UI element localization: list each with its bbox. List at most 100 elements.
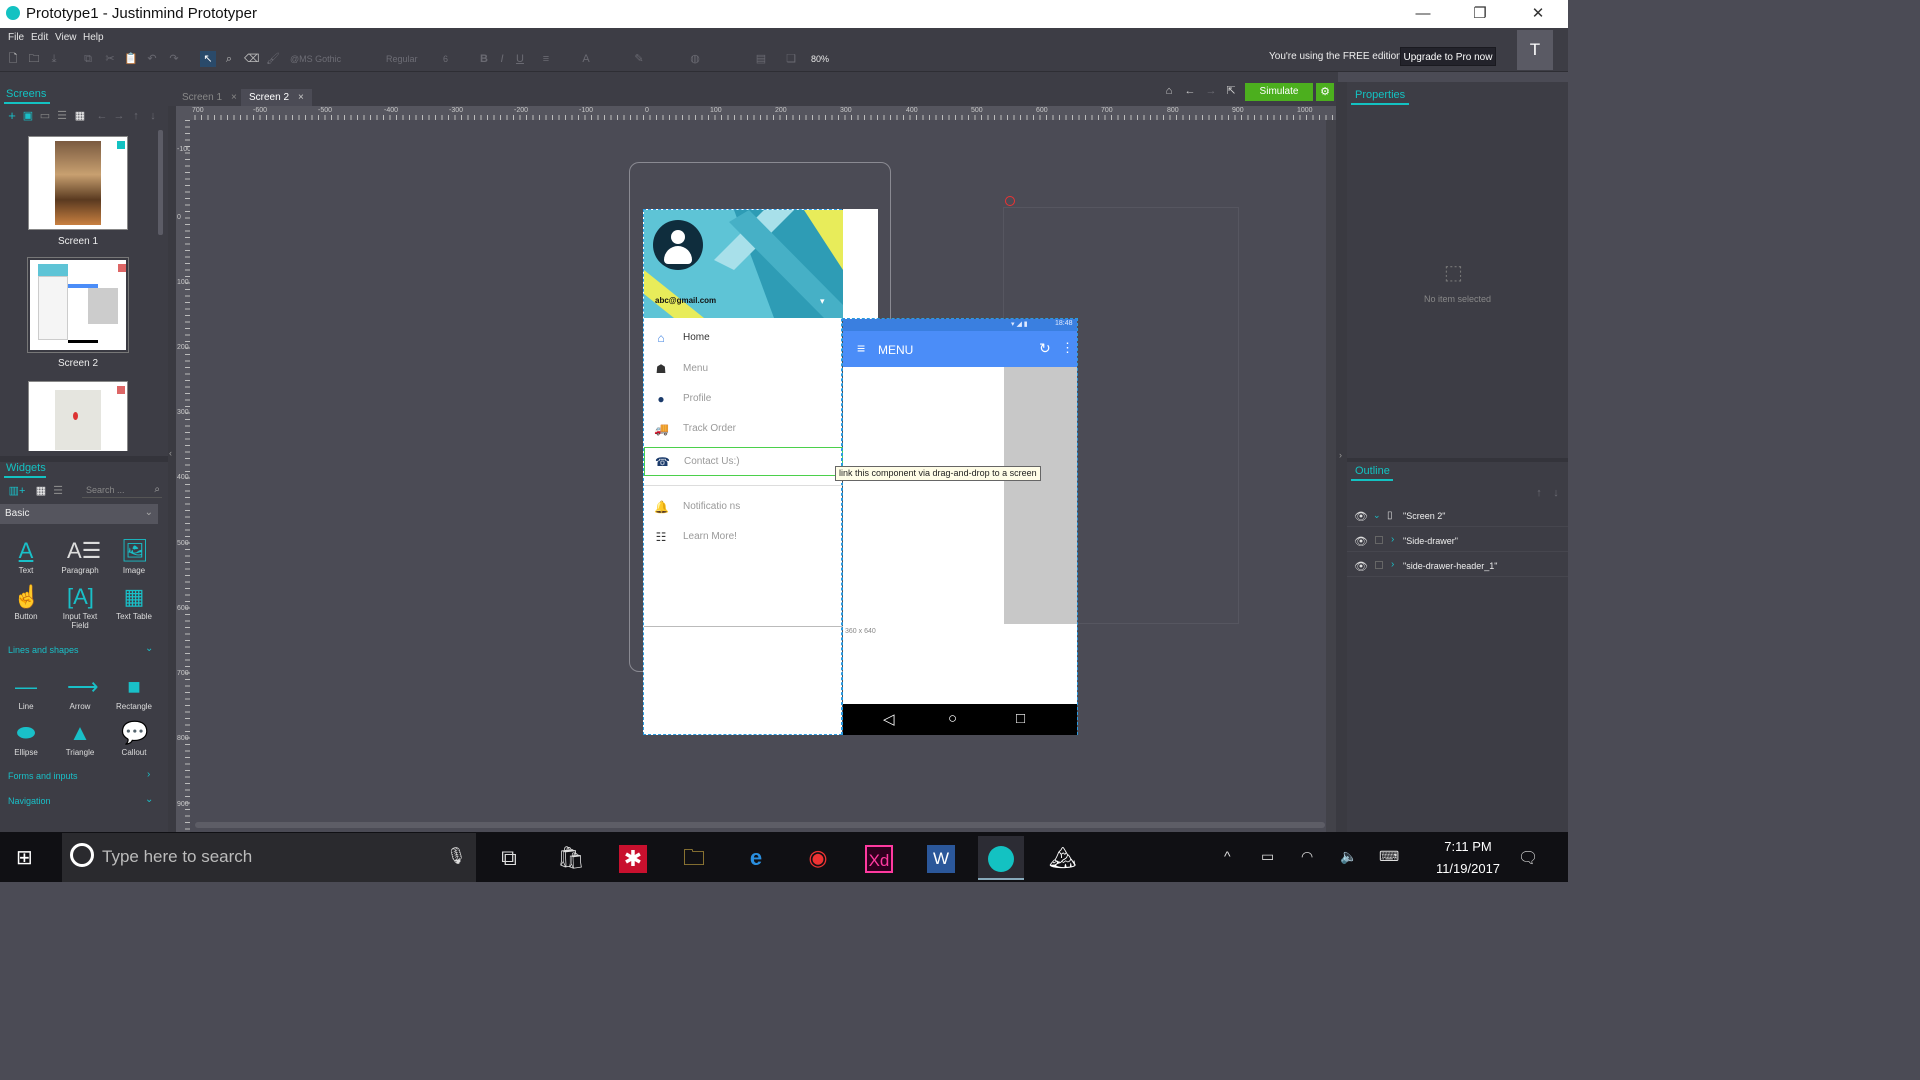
panel-splitter[interactable] [1347, 458, 1568, 462]
outline-tab[interactable]: Outline [1355, 465, 1390, 477]
font-color-icon[interactable]: A [580, 53, 592, 65]
add-screen-icon[interactable]: + [6, 109, 18, 122]
widget-ellipse[interactable]: ⬬ Ellipse [2, 720, 50, 757]
tab-screen-1[interactable]: Screen 1 × [174, 89, 245, 106]
eye-icon[interactable]: 👁 [1354, 535, 1368, 548]
nav-back-icon[interactable]: ◁ [883, 710, 895, 728]
lock-checkbox[interactable] [1375, 536, 1383, 544]
screen-thumbnail-2[interactable] [27, 257, 129, 353]
screens-tab[interactable]: Screens [6, 88, 46, 100]
edge-icon[interactable]: e [733, 836, 779, 880]
widget-input-text-field[interactable]: [A] Input Text Field [56, 584, 104, 630]
chevron-down-icon[interactable]: ⌄ [1373, 510, 1381, 521]
widget-image[interactable]: 🖼 Image [110, 538, 158, 575]
menu-file[interactable]: File [8, 32, 24, 43]
widget-arrow[interactable]: ⟶ Arrow [56, 674, 104, 711]
rotation-handle-icon[interactable] [1005, 196, 1015, 206]
vertical-scrollbar[interactable] [1326, 120, 1336, 832]
action-center-icon[interactable]: 🗨 [1518, 848, 1538, 868]
widget-text-table[interactable]: ▦ Text Table [110, 584, 158, 621]
refresh-icon[interactable]: ↻ [1039, 340, 1051, 357]
eraser-icon[interactable]: ⌫ [244, 53, 260, 65]
hamburger-menu-icon[interactable]: ≡ [857, 340, 865, 356]
widget-triangle[interactable]: ▲ Triangle [56, 720, 104, 757]
battery-icon[interactable]: ▭ [1261, 848, 1274, 865]
store-icon[interactable]: 🛍 [548, 836, 594, 880]
screen-label-2[interactable]: Screen 2 [28, 358, 128, 369]
screen-thumbnail-1[interactable] [28, 136, 128, 230]
back-nav-icon[interactable]: ← [1184, 85, 1196, 97]
collapse-right-icon[interactable]: › [1339, 450, 1342, 460]
justinmind-taskbar-icon[interactable] [978, 836, 1024, 880]
upgrade-button[interactable]: Upgrade to Pro now [1400, 47, 1496, 66]
folder-icon[interactable]: ▭ [39, 110, 51, 122]
collapse-left-icon[interactable]: ‹ [169, 448, 172, 458]
pen-color-icon[interactable]: ✎ [633, 53, 645, 65]
outline-item-side-drawer[interactable]: 👁 › "Side-drawer" [1347, 532, 1568, 552]
simulate-settings-gear-icon[interactable]: ⚙ [1316, 83, 1334, 101]
close-tab-icon[interactable]: × [298, 92, 304, 103]
add-template-icon[interactable]: ▣ [22, 110, 34, 122]
new-file-icon[interactable]: 🗋 [7, 53, 19, 65]
widgets-grid-icon[interactable]: ▦ [35, 485, 47, 497]
app-red-icon[interactable]: ✱ [610, 836, 656, 880]
font-size-select[interactable]: 6 [443, 52, 471, 67]
screens-scrollbar[interactable] [158, 130, 163, 235]
chevron-right-icon[interactable]: › [1391, 559, 1394, 570]
move-left-icon[interactable]: ← [96, 110, 108, 122]
fill-color-icon[interactable]: ◍ [689, 53, 701, 65]
chevron-down-icon[interactable]: ⌄ [145, 794, 153, 805]
widgets-tab[interactable]: Widgets [6, 462, 46, 474]
move-up-icon[interactable]: ↑ [1533, 487, 1545, 499]
drawer-item-contact[interactable]: ☎ Contact Us:) [644, 447, 843, 476]
forms-inputs-section[interactable]: Forms and inputs [8, 771, 78, 781]
screen-thumbnail-3[interactable] [28, 381, 128, 451]
eye-icon[interactable]: 👁 [1354, 510, 1368, 523]
widget-category-select[interactable]: Basic ⌄ [0, 504, 158, 524]
font-style-select[interactable]: Regular [386, 52, 436, 67]
close-tab-icon[interactable]: × [231, 92, 237, 103]
account-dropdown-icon[interactable]: ▾ [820, 296, 825, 307]
file-explorer-icon[interactable]: 🗀 [671, 836, 717, 880]
widgets-list-icon[interactable]: ☰ [52, 485, 64, 497]
nav-home-icon[interactable]: ○ [948, 710, 957, 727]
align-icon[interactable]: ≡ [540, 53, 552, 65]
outline-item-side-drawer-header[interactable]: 👁 › "side-drawer-header_1" [1347, 557, 1568, 577]
microphone-icon[interactable]: 🎙 [446, 846, 466, 866]
drawer-item-home[interactable]: ⌂ Home [644, 324, 843, 352]
library-icon[interactable]: ▥+ [6, 485, 28, 497]
drawer-item-learn-more[interactable]: ☷ Learn More! [644, 523, 843, 551]
more-vert-icon[interactable]: ⋮ [1061, 340, 1074, 356]
adobe-xd-icon[interactable]: Xd [856, 836, 902, 880]
italic-icon[interactable]: I [496, 53, 508, 65]
menu-edit[interactable]: Edit [31, 32, 48, 43]
tab-screen-2[interactable]: Screen 2 × [241, 89, 312, 106]
task-view-icon[interactable]: ⧉ [486, 836, 532, 880]
paste-icon[interactable]: 📋 [124, 53, 138, 65]
drawer-item-menu[interactable]: ☗ Menu [644, 355, 843, 383]
list-view-icon[interactable]: ☰ [56, 110, 68, 122]
photos-icon[interactable]: 🏔 [1040, 836, 1086, 880]
drawer-item-track-order[interactable]: 🚚 Track Order [644, 415, 843, 443]
simulate-button[interactable]: Simulate [1245, 83, 1313, 101]
taskbar-search-box[interactable]: Type here to search 🎙 [62, 833, 476, 882]
chevron-right-icon[interactable]: › [1391, 534, 1394, 545]
undo-icon[interactable]: ↶ [146, 53, 158, 65]
redo-icon[interactable]: ↷ [168, 53, 180, 65]
open-folder-icon[interactable]: 🗀 [28, 53, 40, 65]
format-painter-icon[interactable]: 🖌 [266, 53, 280, 65]
drawer-item-profile[interactable]: ● Profile [644, 385, 843, 413]
lock-checkbox[interactable] [1375, 561, 1383, 569]
right-splitter[interactable]: › [1336, 82, 1347, 832]
home-nav-icon[interactable]: ⌂ [1163, 85, 1175, 97]
forward-nav-icon[interactable]: → [1205, 85, 1217, 97]
expand-icon[interactable]: ⇱ [1225, 85, 1237, 97]
taskbar-time[interactable]: 7:11 PM [1428, 839, 1508, 854]
arrange-icon[interactable]: ▤ [755, 53, 767, 65]
chevron-down-icon[interactable]: ⌄ [145, 643, 153, 654]
save-icon[interactable]: ⤓ [48, 53, 60, 65]
move-down-icon[interactable]: ↓ [1550, 487, 1562, 499]
eye-icon[interactable]: 👁 [1354, 560, 1368, 573]
chevron-right-icon[interactable]: › [147, 769, 150, 780]
widget-rectangle[interactable]: ■ Rectangle [110, 674, 158, 711]
